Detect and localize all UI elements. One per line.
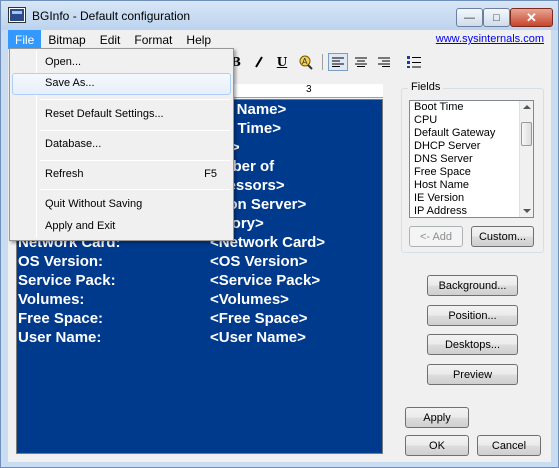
align-center-button[interactable] <box>351 53 371 71</box>
underline-button[interactable]: U <box>272 53 292 71</box>
close-button[interactable]: ✕ <box>510 8 553 27</box>
menu-item-apply-and-exit[interactable]: Apply and Exit <box>12 216 231 238</box>
menu-separator <box>40 130 230 131</box>
editor-row-value: <Volumes> <box>210 291 289 308</box>
menu-edit[interactable]: Edit <box>93 30 128 49</box>
svg-text:A: A <box>302 57 308 66</box>
menu-item-refresh[interactable]: Refresh F5 <box>12 164 231 186</box>
editor-row-value: <OS Version> <box>210 253 308 270</box>
maximize-button[interactable]: □ <box>483 8 510 27</box>
align-left-icon <box>332 57 344 67</box>
menu-item-label: Quit Without Saving <box>45 198 143 210</box>
title-bar[interactable]: BGInfo - Default configuration — □ ✕ <box>1 1 558 30</box>
ok-button[interactable]: OK <box>405 435 469 456</box>
cancel-button[interactable]: Cancel <box>477 435 541 456</box>
list-item[interactable]: IE Version <box>410 192 533 205</box>
menu-separator <box>40 189 230 190</box>
menu-separator <box>40 99 230 100</box>
scroll-down-icon[interactable] <box>523 209 531 213</box>
menu-file[interactable]: File <box>8 30 42 49</box>
editor-row-label: Service Pack: <box>18 272 116 289</box>
menu-help[interactable]: Help <box>179 30 218 49</box>
list-item[interactable]: Boot Time <box>410 101 533 114</box>
menu-item-quit-without-saving[interactable]: Quit Without Saving <box>12 194 231 216</box>
menu-item-label: Reset Default Settings... <box>45 108 164 120</box>
toolbar-separator <box>322 54 323 70</box>
menu-item-label: Refresh <box>45 168 84 180</box>
editor-row-value: <Service Pack> <box>210 272 321 289</box>
italic-icon <box>255 56 263 68</box>
align-right-icon <box>378 57 390 67</box>
list-item[interactable]: Host Name <box>410 179 533 192</box>
scroll-thumb[interactable] <box>521 122 532 146</box>
menu-format[interactable]: Format <box>127 30 179 49</box>
editor-row-label: Free Space: <box>18 310 104 327</box>
list-item[interactable]: Default Gateway <box>410 127 533 140</box>
list-item[interactable]: DHCP Server <box>410 140 533 153</box>
align-left-button[interactable] <box>328 53 348 71</box>
editor-row-label: User Name: <box>18 329 102 346</box>
menu-item-reset-default-settings[interactable]: Reset Default Settings... <box>12 104 231 126</box>
bullets-button[interactable] <box>404 53 424 71</box>
fields-legend: Fields <box>408 81 444 93</box>
italic-button[interactable] <box>249 53 269 71</box>
sysinternals-link[interactable]: www.sysinternals.com <box>436 33 544 45</box>
menu-item-label: Database... <box>45 138 102 150</box>
window-title: BGInfo - Default configuration <box>32 9 191 23</box>
menu-bitmap[interactable]: Bitmap <box>41 30 92 49</box>
fields-scrollbar[interactable] <box>519 101 533 217</box>
fields-listbox[interactable]: Boot Time CPU Default Gateway DHCP Serve… <box>409 100 534 218</box>
menu-item-database[interactable]: Database... <box>12 134 231 156</box>
background-button[interactable]: Background... <box>427 275 518 296</box>
bginfo-app-icon <box>9 8 25 22</box>
minimize-button[interactable]: — <box>456 8 483 27</box>
menu-bar: File Bitmap Edit Format Help www.sysinte… <box>8 30 551 49</box>
preview-button[interactable]: Preview <box>427 364 518 385</box>
align-right-button[interactable] <box>374 53 394 71</box>
list-item[interactable]: DNS Server <box>410 153 533 166</box>
menu-item-label: Save As... <box>45 77 95 89</box>
menu-separator <box>40 160 230 161</box>
align-center-icon <box>355 57 367 67</box>
apply-button[interactable]: Apply <box>405 407 469 428</box>
scroll-up-icon[interactable] <box>523 105 531 109</box>
menu-item-label: Apply and Exit <box>45 220 116 232</box>
editor-row-value: <Free Space> <box>210 310 308 327</box>
list-item[interactable]: CPU <box>410 114 533 127</box>
font-icon: A <box>299 55 313 70</box>
editor-row-label: Volumes: <box>18 291 85 308</box>
menu-item-open[interactable]: Open... <box>12 52 231 74</box>
desktops-button[interactable]: Desktops... <box>427 334 518 355</box>
position-button[interactable]: Position... <box>427 305 518 326</box>
editor-row-label: OS Version: <box>18 253 104 270</box>
menu-item-save-as[interactable]: Save As... <box>12 73 231 95</box>
ruler-mark: 3 <box>306 84 312 95</box>
file-menu-dropdown: Open... Save As... Reset Default Setting… <box>9 48 234 241</box>
font-button[interactable]: A <box>296 53 316 71</box>
custom-button[interactable]: Custom... <box>471 226 534 247</box>
bginfo-window: BGInfo - Default configuration — □ ✕ Fil… <box>0 0 559 468</box>
bullet-list-icon <box>407 56 421 68</box>
add-field-button[interactable]: <- Add <box>409 226 463 247</box>
menu-item-label: Open... <box>45 56 82 68</box>
editor-row-value: <User Name> <box>210 329 306 346</box>
menu-item-shortcut: F5 <box>204 168 217 180</box>
list-item[interactable]: IP Address <box>410 205 533 217</box>
list-item[interactable]: Free Space <box>410 166 533 179</box>
